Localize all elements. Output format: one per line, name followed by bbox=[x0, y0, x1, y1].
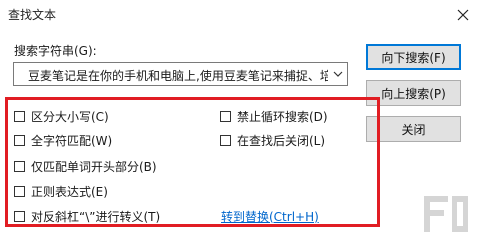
replace-link[interactable]: 转到替换(Ctrl+H) bbox=[221, 207, 319, 225]
checkbox-label: 在查找后关闭(L) bbox=[237, 133, 326, 148]
checkbox-box[interactable] bbox=[14, 185, 25, 197]
checkbox-label: 正则表达式(E) bbox=[31, 184, 108, 199]
checkbox-label: 区分大小写(C) bbox=[31, 109, 109, 124]
checkbox-match-case[interactable]: 区分大小写(C) bbox=[14, 107, 109, 125]
find-next-button[interactable]: 向下搜索(F) bbox=[366, 44, 461, 70]
search-label: 搜索字符串(G): bbox=[14, 44, 97, 58]
checkbox-whole-char[interactable]: 全字符匹配(W) bbox=[14, 131, 112, 149]
checkbox-box[interactable] bbox=[14, 160, 25, 172]
title-bar: 查找文本 bbox=[0, 0, 478, 30]
checkbox-box[interactable] bbox=[220, 110, 231, 122]
checkbox-label: 禁止循环搜索(D) bbox=[237, 109, 328, 124]
logo-watermark bbox=[418, 188, 474, 238]
checkbox-close-after[interactable]: 在查找后关闭(L) bbox=[220, 131, 325, 149]
close-icon[interactable] bbox=[452, 4, 474, 26]
checkbox-no-wrap[interactable]: 禁止循环搜索(D) bbox=[220, 107, 328, 125]
window-title: 查找文本 bbox=[8, 8, 57, 22]
checkbox-word-start[interactable]: 仅匹配单词开头部分(B) bbox=[14, 157, 157, 175]
chevron-down-icon[interactable] bbox=[333, 68, 343, 82]
search-input[interactable]: 豆麦笔记是在你的手机和电脑上,使用豆麦笔记来捕捉、培 bbox=[28, 67, 328, 84]
close-button[interactable]: 关闭 bbox=[366, 116, 461, 142]
checkbox-label: 仅匹配单词开头部分(B) bbox=[31, 159, 157, 174]
checkbox-escape[interactable]: 对反斜杠“\”进行转义(T) bbox=[14, 207, 160, 225]
checkbox-box[interactable] bbox=[14, 110, 25, 122]
checkbox-box[interactable] bbox=[14, 134, 25, 146]
checkbox-label: 全字符匹配(W) bbox=[31, 133, 113, 148]
find-prev-button[interactable]: 向上搜索(P) bbox=[366, 80, 461, 106]
checkbox-box[interactable] bbox=[14, 210, 25, 222]
checkbox-box[interactable] bbox=[220, 134, 231, 146]
checkbox-label: 对反斜杠“\”进行转义(T) bbox=[31, 209, 161, 224]
search-combobox[interactable]: 豆麦笔记是在你的手机和电脑上,使用豆麦笔记来捕捉、培 bbox=[13, 62, 348, 86]
checkbox-regex[interactable]: 正则表达式(E) bbox=[14, 182, 108, 200]
